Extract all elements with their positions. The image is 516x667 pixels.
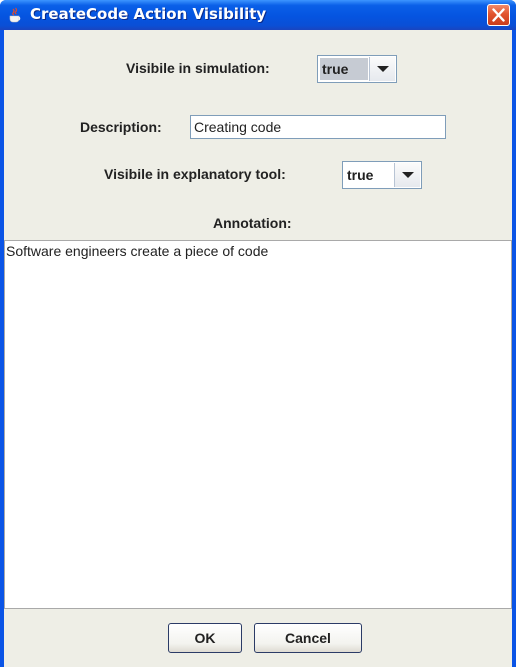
button-row: OK Cancel [4,623,512,653]
chevron-down-icon [377,66,389,72]
sim-visibility-value: true [320,58,368,80]
close-button[interactable] [487,4,510,26]
expl-visibility-select[interactable]: true [342,161,422,189]
sim-row: Visibile in simulation: true [4,55,512,83]
ok-button[interactable]: OK [168,623,242,653]
description-label: Description: [80,119,162,135]
close-icon [492,8,505,22]
sim-visibility-select[interactable]: true [317,55,397,83]
cancel-button[interactable]: Cancel [254,623,362,653]
chevron-down-icon [402,172,414,178]
expl-visibility-label: Visibile in explanatory tool: [104,166,286,182]
dialog-window: CreateCode Action Visibility Visibile in… [0,0,516,667]
sim-dropdown-button[interactable] [369,57,395,81]
annotation-label: Annotation: [213,215,292,231]
sim-visibility-label: Visibile in simulation: [126,60,270,76]
title-bar[interactable]: CreateCode Action Visibility [0,0,516,30]
expl-visibility-value: true [347,167,374,183]
description-input[interactable]: Creating code [190,115,446,139]
description-row: Description: Creating code [4,115,512,141]
expl-row: Visibile in explanatory tool: true [4,161,512,189]
expl-dropdown-button[interactable] [394,163,420,187]
annotation-textarea[interactable]: Software engineers create a piece of cod… [4,240,512,609]
window-title: CreateCode Action Visibility [30,5,267,23]
java-cup-icon [7,7,23,23]
